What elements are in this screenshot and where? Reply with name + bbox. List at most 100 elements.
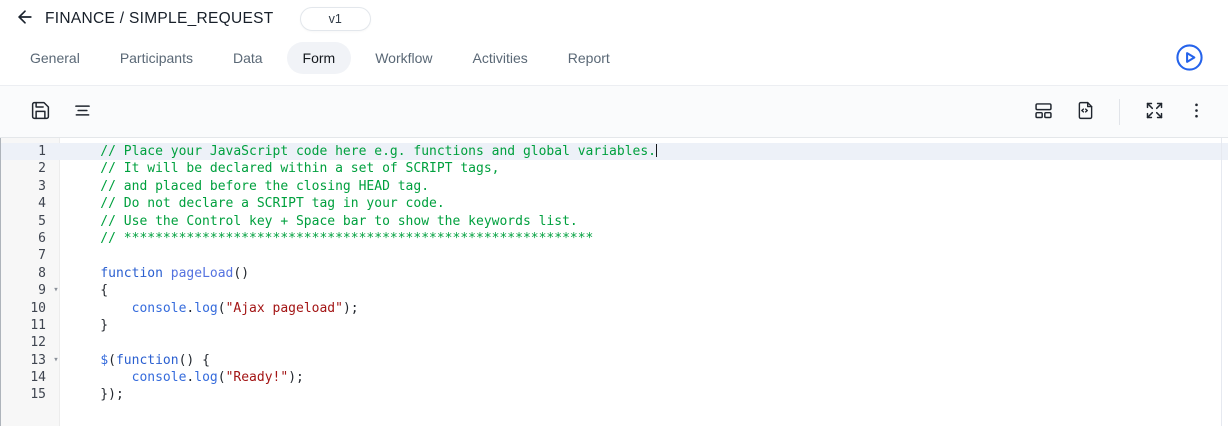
tab-participants[interactable]: Participants [104, 42, 209, 74]
play-circle-icon [1175, 60, 1204, 75]
code-text: // It will be declared within a set of S… [63, 160, 499, 177]
app-header: FINANCE / SIMPLE_REQUEST v1 [0, 0, 1228, 31]
code-text: // Place your JavaScript code here e.g. … [63, 143, 657, 160]
layout-view-button[interactable] [1031, 100, 1055, 124]
tab-list: GeneralParticipantsDataFormWorkflow Activ… [14, 42, 634, 74]
line-number: 7 [1, 247, 49, 264]
line-gutter: 11 [1, 317, 63, 334]
line-gutter: 13▾ [1, 352, 63, 369]
line-number: 5 [1, 213, 49, 230]
code-view-button[interactable] [1073, 100, 1097, 124]
line-number: 2 [1, 160, 49, 177]
code-text [63, 334, 69, 351]
line-gutter: 1 [1, 143, 63, 160]
toolbar-divider [1119, 99, 1120, 125]
tab-data[interactable]: Data [217, 42, 279, 74]
line-gutter: 5 [1, 213, 63, 230]
run-button[interactable] [1174, 43, 1204, 73]
code-text: console.log("Ready!"); [63, 369, 304, 386]
toolbar-left-group [28, 100, 94, 124]
tab-general[interactable]: General [14, 42, 96, 74]
line-number: 11 [1, 317, 49, 334]
line-number: 6 [1, 230, 49, 247]
editor-line[interactable]: 3 // and placed before the closing HEAD … [1, 178, 1228, 195]
menu-lines-icon [72, 100, 93, 124]
fold-arrow-icon[interactable]: ▾ [49, 282, 63, 299]
editor-line[interactable]: 14 console.log("Ready!"); [1, 369, 1228, 386]
line-number: 1 [1, 143, 49, 160]
editor-line[interactable]: 8 function pageLoad() [1, 265, 1228, 282]
line-gutter: 7 [1, 247, 63, 264]
line-number: 4 [1, 195, 49, 212]
line-gutter: 2 [1, 160, 63, 177]
tab-form[interactable]: Form [287, 42, 352, 74]
fold-spacer [49, 386, 63, 403]
fold-spacer [49, 265, 63, 282]
fold-spacer [49, 230, 63, 247]
back-button[interactable] [12, 7, 38, 31]
line-number: 14 [1, 369, 49, 386]
editor-line[interactable]: 5 // Use the Control key + Space bar to … [1, 213, 1228, 230]
breadcrumb: FINANCE / SIMPLE_REQUEST [45, 10, 274, 28]
code-text: } [63, 317, 108, 334]
line-gutter: 12 [1, 334, 63, 351]
code-text: $(function() { [63, 352, 210, 369]
line-gutter: 3 [1, 178, 63, 195]
editor-toolbar [0, 86, 1228, 138]
menu-button[interactable] [70, 100, 94, 124]
editor-line[interactable]: 2 // It will be declared within a set of… [1, 160, 1228, 177]
fold-spacer [49, 160, 63, 177]
code-text [63, 247, 69, 264]
editor-line[interactable]: 7 [1, 247, 1228, 264]
line-number: 12 [1, 334, 49, 351]
editor-line[interactable]: 9▾ { [1, 282, 1228, 299]
save-icon [30, 100, 51, 124]
editor-line[interactable]: 12 [1, 334, 1228, 351]
fold-spacer [49, 213, 63, 230]
arrow-left-icon [15, 7, 35, 30]
fold-spacer [49, 300, 63, 317]
tab-workflow[interactable]: Workflow [359, 42, 448, 74]
line-number: 9 [1, 282, 49, 299]
line-number: 13 [1, 352, 49, 369]
line-gutter: 6 [1, 230, 63, 247]
editor-line[interactable]: 10 console.log("Ajax pageload"); [1, 300, 1228, 317]
code-text: // *************************************… [63, 230, 593, 247]
editor-line[interactable]: 15 }); [1, 386, 1228, 403]
fold-spacer [49, 247, 63, 264]
fold-arrow-icon[interactable]: ▾ [49, 352, 63, 369]
fullscreen-button[interactable] [1142, 100, 1166, 124]
fold-spacer [49, 195, 63, 212]
editor-line[interactable]: 4 // Do not declare a SCRIPT tag in your… [1, 195, 1228, 212]
fold-spacer [49, 369, 63, 386]
code-file-icon [1075, 100, 1096, 124]
fold-spacer [49, 178, 63, 195]
tab-report[interactable]: Report [552, 42, 626, 74]
line-gutter: 10 [1, 300, 63, 317]
fold-spacer [49, 334, 63, 351]
save-button[interactable] [28, 100, 52, 124]
more-options-button[interactable] [1184, 100, 1208, 124]
line-gutter: 8 [1, 265, 63, 282]
line-number: 8 [1, 265, 49, 282]
code-text: { [63, 282, 108, 299]
fold-spacer [49, 143, 63, 160]
text-cursor [656, 144, 657, 157]
version-badge[interactable]: v1 [300, 7, 371, 31]
code-text: // Do not declare a SCRIPT tag in your c… [63, 195, 445, 212]
editor-line[interactable]: 6 // ***********************************… [1, 230, 1228, 247]
layout-panels-icon [1033, 100, 1054, 124]
code-text: // and placed before the closing HEAD ta… [63, 178, 429, 195]
tab-activities[interactable]: Activities [457, 42, 544, 74]
toolbar-right-group [1031, 99, 1208, 125]
editor-line[interactable]: 11 } [1, 317, 1228, 334]
code-text: }); [63, 386, 124, 403]
editor-line[interactable]: 1 // Place your JavaScript code here e.g… [1, 143, 1228, 160]
editor-line[interactable]: 13▾ $(function() { [1, 352, 1228, 369]
fold-spacer [49, 317, 63, 334]
line-number: 10 [1, 300, 49, 317]
line-number: 15 [1, 386, 49, 403]
line-gutter: 9▾ [1, 282, 63, 299]
code-editor[interactable]: 1 // Place your JavaScript code here e.g… [0, 138, 1228, 426]
fullscreen-expand-icon [1144, 100, 1165, 124]
